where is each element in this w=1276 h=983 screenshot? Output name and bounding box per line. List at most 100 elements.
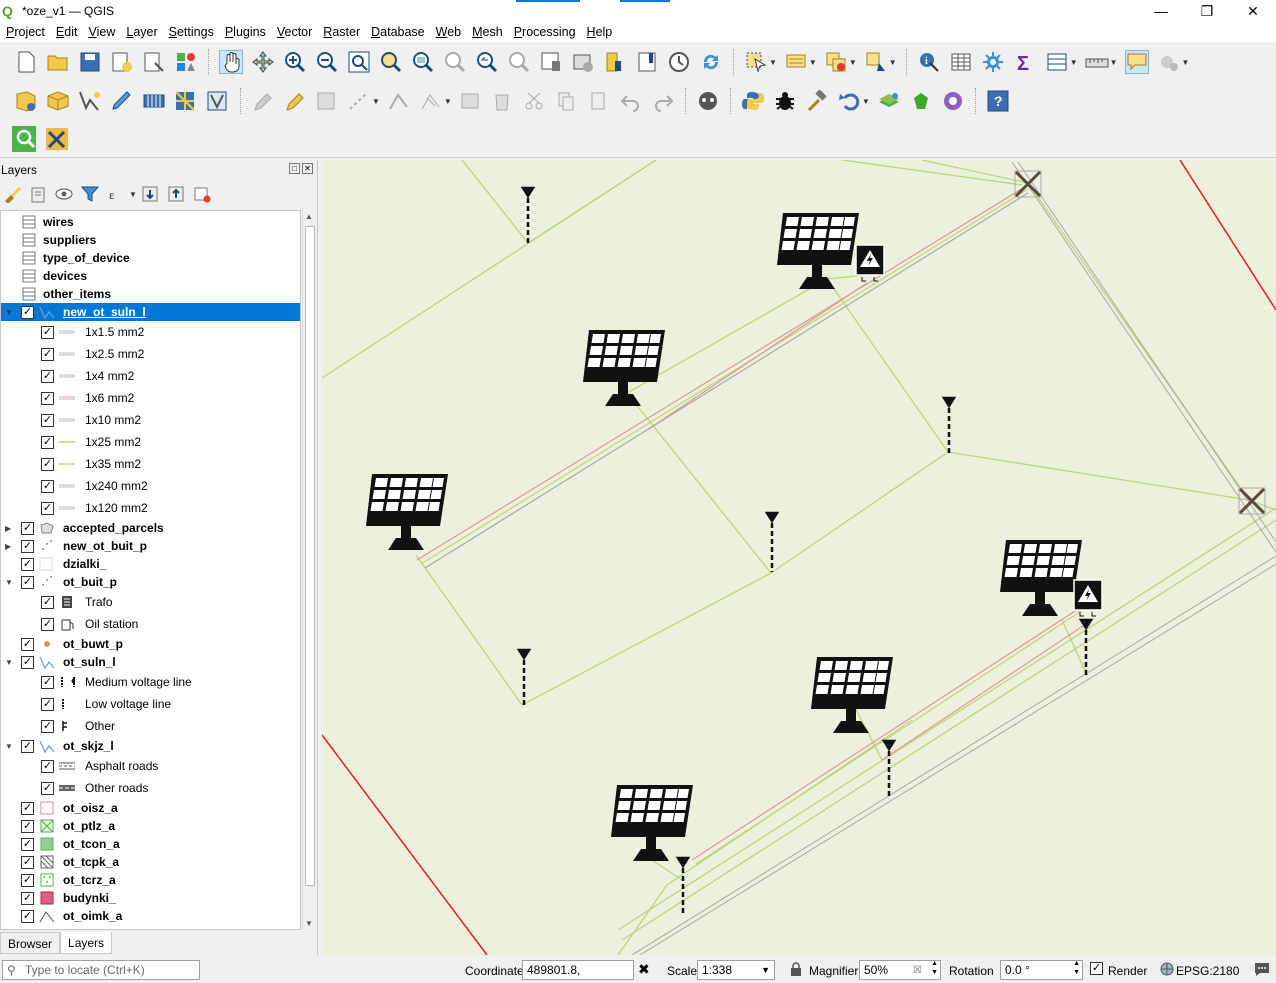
legend-item[interactable]: ✓ 1x1.5 mm2 [1,321,300,343]
layer-visibility-checkbox[interactable]: ✓ [41,347,54,361]
modify-dropdown-icon[interactable]: ▼ [444,97,452,106]
lock-scale-icon[interactable] [790,962,802,979]
layer-visibility-checkbox[interactable]: ✓ [21,521,34,535]
style-manager-icon[interactable] [174,50,198,74]
collapse-arrow-icon[interactable]: ▼ [5,742,13,751]
menu-help[interactable]: Help [581,25,618,39]
filter-expression-icon[interactable]: ε [106,184,126,204]
layer-visibility-checkbox[interactable]: ✓ [21,855,34,869]
scroll-thumb[interactable] [305,226,315,886]
legend-item[interactable]: ✓ Other roads [1,777,300,799]
layer-visibility-checkbox[interactable]: ✓ [21,837,34,851]
layer-visibility-checkbox[interactable]: ✓ [21,739,34,753]
plugin-circle-icon[interactable] [941,89,965,113]
new-shapefile-layer-icon[interactable] [78,89,102,113]
open-project-icon[interactable] [46,50,70,74]
layer-tree-item[interactable]: ▶ ✓ new_ot_buit_p [1,537,300,555]
save-project-icon[interactable] [78,50,102,74]
current-edits-icon[interactable] [251,89,275,113]
map-tips-settings-icon[interactable] [1157,50,1181,74]
copy-features-icon[interactable] [555,89,579,113]
layout-manager-icon[interactable] [142,50,166,74]
layer-tree-item[interactable]: other_items [1,285,300,303]
zoom-last-icon[interactable] [475,50,499,74]
layer-visibility-checkbox[interactable]: ✓ [41,697,54,711]
layer-visibility-checkbox[interactable]: ✓ [21,819,34,833]
zoom-out-icon[interactable] [315,50,339,74]
restore-button[interactable]: ❐ [1184,0,1230,22]
layer-tree-item[interactable]: ✓ ot_oisz_a [1,799,300,817]
layer-visibility-checkbox[interactable]: ✓ [21,539,34,553]
rotation-spin-icon[interactable]: ▲ ▼ [1073,959,1080,977]
layer-visibility-checkbox[interactable]: ✓ [41,595,54,609]
legend-item[interactable]: ✓ Oil station [1,613,300,635]
layer-tree-item[interactable]: ▼ ✓ ot_buit_p [1,573,300,591]
select-value-dropdown-icon[interactable]: ▼ [809,58,817,67]
layer-visibility-checkbox[interactable]: ✓ [41,759,54,773]
python-console-icon[interactable] [741,89,765,113]
pan-to-selection-icon[interactable] [251,50,275,74]
collapse-all-icon[interactable] [166,184,186,204]
filter-expression-dropdown-icon[interactable]: ▼ [129,190,137,199]
layer-visibility-checkbox[interactable]: ✓ [41,781,54,795]
add-line-feature-icon[interactable] [347,89,371,113]
legend-item[interactable]: ✓ 1x240 mm2 [1,475,300,497]
scroll-down-icon[interactable]: ▼ [305,919,313,928]
layer-tree-item[interactable]: ✓ dzialki_ [1,555,300,573]
expand-arrow-icon[interactable]: ▶ [5,542,13,551]
layer-visibility-checkbox[interactable]: ✓ [21,873,34,887]
magnifier-spin-icon[interactable]: ▲ ▼ [931,959,938,977]
toggle-editing-icon[interactable] [283,89,307,113]
modify-attributes-icon[interactable] [419,89,443,113]
plugin-layers-icon[interactable] [877,89,901,113]
layer-visibility-checkbox[interactable]: ✓ [41,457,54,471]
zoom-full-icon[interactable] [347,50,371,74]
expand-all-icon[interactable] [140,184,160,204]
menu-raster[interactable]: Raster [317,25,365,39]
scale-dropdown-icon[interactable]: ▼ [761,961,770,979]
coordinate-field[interactable]: 489801.8, 555152.8 [522,960,634,983]
layer-tree-item[interactable]: ✓ ot_tcpk_a [1,853,300,871]
deselect-features-icon[interactable] [824,50,848,74]
layer-tree-item[interactable]: devices [1,267,300,285]
layer-visibility-checkbox[interactable]: ✓ [41,369,54,383]
legend-item[interactable]: ✓ 1x35 mm2 [1,453,300,475]
layer-tree-item[interactable]: ▼ ✓ ot_skjz_l [1,737,300,755]
legend-item[interactable]: ✓ Trafo [1,591,300,613]
layer-visibility-checkbox[interactable]: ✓ [21,909,34,923]
pan-map-icon[interactable] [219,50,243,74]
crs-label[interactable]: EPSG:2180 [1176,964,1239,978]
menu-vector[interactable]: Vector [271,25,317,39]
float-panel-icon[interactable]: □ [289,163,300,174]
plugin-gem-icon[interactable] [909,89,933,113]
layer-visibility-checkbox[interactable]: ✓ [21,891,34,905]
layer-visibility-checkbox[interactable]: ✓ [21,655,34,669]
identify-features-icon[interactable]: i [917,50,941,74]
menu-edit[interactable]: Edit [50,25,83,39]
tab-layers[interactable]: Layers [60,932,113,954]
deselect-dropdown-icon[interactable]: ▼ [849,58,857,67]
expand-arrow-icon[interactable]: ▶ [5,524,13,533]
legend-item[interactable]: ✓ Asphalt roads [1,755,300,777]
magnifier-field[interactable]: 50% ☒ ▲ ▼ [859,960,941,980]
add-group-icon[interactable] [28,184,48,204]
multi-edit-icon[interactable] [459,89,483,113]
layer-tree-item[interactable]: suppliers [1,231,300,249]
layer-visibility-checkbox[interactable]: ✓ [41,617,54,631]
select-by-value-icon[interactable] [784,50,808,74]
plugin-search-icon[interactable] [12,125,36,152]
layer-tree-item[interactable]: type_of_device [1,249,300,267]
new-geopackage-layer-icon[interactable] [46,89,70,113]
layer-tree-item[interactable]: ✓ ot_oimk_a [1,907,300,925]
new-virtual-layer-icon[interactable] [142,89,166,113]
layer-visibility-checkbox[interactable]: ✓ [41,479,54,493]
zoom-next-icon[interactable] [507,50,531,74]
vertex-tool-icon[interactable] [387,89,411,113]
cut-features-icon[interactable] [523,89,547,113]
remove-layer-icon[interactable] [192,184,212,204]
close-panel-icon[interactable]: ✕ [302,163,313,174]
collapse-arrow-icon[interactable]: ▼ [5,308,13,317]
delete-selected-icon[interactable] [491,89,515,113]
menu-project[interactable]: Project [0,25,50,39]
select-dropdown-icon[interactable]: ▼ [769,58,777,67]
